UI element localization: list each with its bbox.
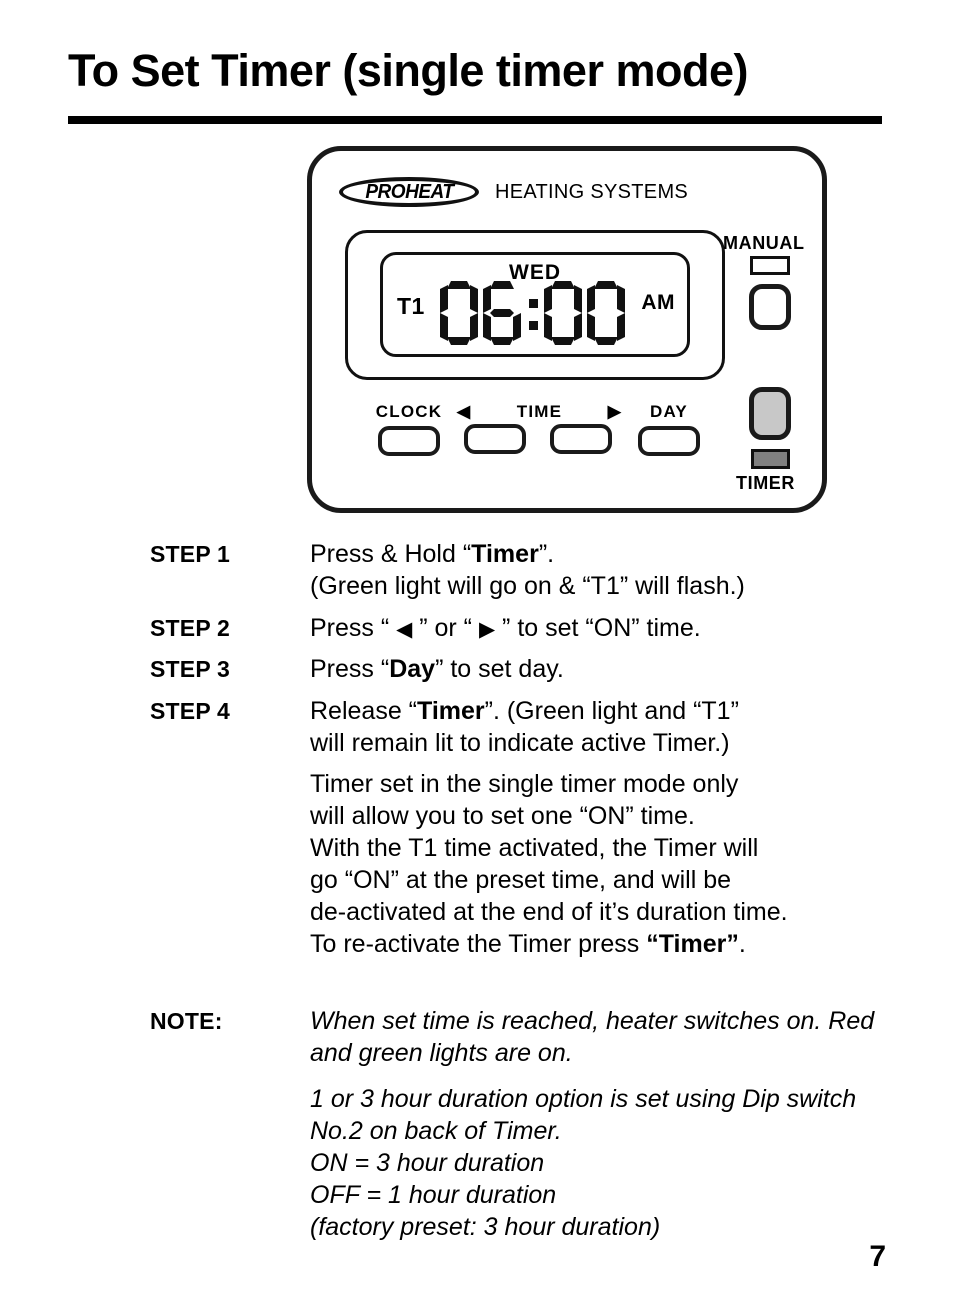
clock-button-label: CLOCK bbox=[375, 402, 443, 421]
title-divider bbox=[68, 116, 882, 124]
day-button-label: DAY bbox=[650, 402, 688, 421]
step-1-body: Press & Hold “Timer”. (Green light will g… bbox=[310, 540, 745, 600]
lcd-digit-minute-ones bbox=[587, 281, 625, 345]
lcd-digit-hour-ones bbox=[483, 281, 521, 345]
time-forward-button[interactable] bbox=[550, 424, 612, 454]
lcd-screen: WED T1 AM bbox=[380, 252, 690, 357]
step-1-label: STEP 1 bbox=[150, 541, 231, 567]
lcd-meridiem-indicator: AM bbox=[641, 291, 675, 314]
clock-button[interactable] bbox=[378, 426, 440, 456]
manual-led-indicator bbox=[750, 256, 790, 275]
timer-device-illustration: PROHEAT HEATING SYSTEMS WED T1 AM CLOCK … bbox=[307, 146, 827, 513]
clock-button-group[interactable]: CLOCK bbox=[374, 402, 444, 456]
step-4-body: Release “Timer”. (Green light and “T1” wi… bbox=[310, 697, 739, 757]
time-forward-arrow-icon: ▶ bbox=[607, 402, 622, 421]
time-button-caption: ◀ TIME ▶ bbox=[457, 402, 622, 422]
note-paragraph-1: When set time is reached, heater switche… bbox=[310, 1007, 875, 1067]
device-brand: PROHEAT HEATING SYSTEMS bbox=[339, 177, 688, 207]
brand-subtitle: HEATING SYSTEMS bbox=[495, 180, 689, 203]
time-forward-button-group[interactable] bbox=[546, 424, 616, 454]
step-4-paragraph: Timer set in the single timer mode only w… bbox=[310, 770, 788, 958]
proheat-logo: PROHEAT bbox=[339, 177, 479, 207]
lcd-digit-hour-tens bbox=[440, 281, 478, 345]
timer-led-indicator bbox=[751, 449, 790, 469]
lcd-digit-minute-tens bbox=[544, 281, 582, 345]
lcd-time-display bbox=[440, 281, 628, 345]
step-2-label: STEP 2 bbox=[150, 615, 231, 641]
time-back-button[interactable] bbox=[464, 424, 526, 454]
page-title: To Set Timer (single timer mode) bbox=[68, 45, 748, 96]
manual-label: MANUAL bbox=[723, 233, 805, 253]
page-number: 7 bbox=[869, 1240, 886, 1273]
timer-button[interactable] bbox=[749, 387, 791, 440]
note-label: NOTE: bbox=[150, 1008, 223, 1034]
proheat-logo-text: PROHEAT bbox=[364, 180, 454, 203]
step-3-body: Press “Day” to set day. bbox=[310, 655, 564, 683]
lcd-colon bbox=[526, 281, 542, 345]
lcd-t1-indicator: T1 bbox=[397, 293, 425, 319]
note-paragraph-2: 1 or 3 hour duration option is set using… bbox=[310, 1085, 857, 1241]
timer-label: TIMER bbox=[736, 473, 795, 493]
time-label: TIME bbox=[516, 402, 563, 421]
time-back-button-group[interactable] bbox=[460, 424, 530, 454]
step-4-label: STEP 4 bbox=[150, 698, 231, 724]
manual-button[interactable] bbox=[749, 284, 791, 330]
step-2-body: Press “ ◀ ” or “ ▶ ” to set “ON” time. bbox=[310, 614, 701, 642]
device-button-row: CLOCK ◀ TIME ▶ DAY bbox=[342, 402, 742, 472]
day-button-group[interactable]: DAY bbox=[634, 402, 704, 456]
note-body: When set time is reached, heater switche… bbox=[310, 1005, 910, 1243]
day-button[interactable] bbox=[638, 426, 700, 456]
step-3-label: STEP 3 bbox=[150, 656, 231, 682]
time-back-arrow-icon: ◀ bbox=[457, 402, 472, 421]
